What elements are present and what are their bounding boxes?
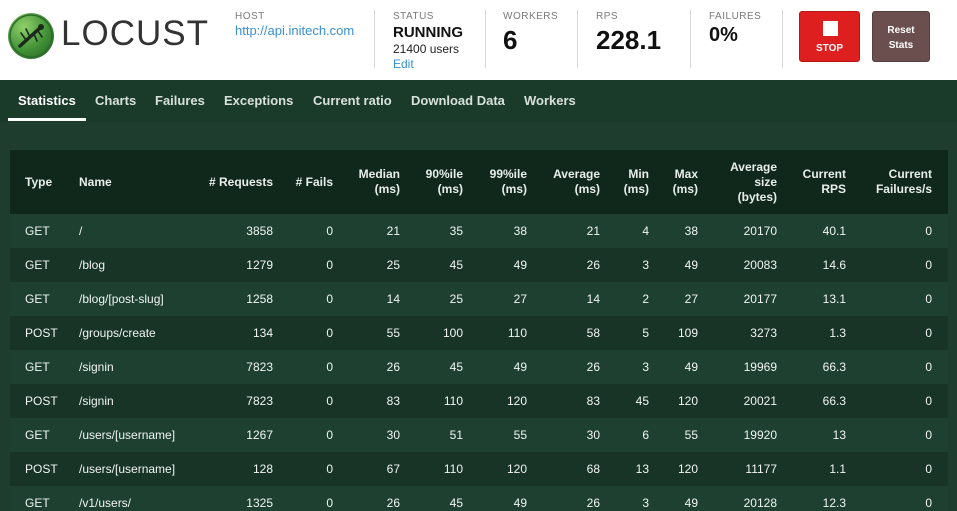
cell-type: GET (25, 496, 50, 510)
cell-current-rps: 1.1 (829, 462, 846, 476)
failures-label: FAILURES (709, 11, 762, 22)
host-label: HOST (235, 11, 265, 22)
reset-stats-label-line2: Stats (888, 40, 914, 51)
column-header-line: Failures/s (875, 182, 932, 196)
table-row: GET/users/[username] 1267 0 30 51 55 30 6 55 1992… (10, 418, 948, 452)
cell-current-rps: 13.1 (822, 292, 846, 306)
cell-current-failures: 0 (925, 258, 932, 272)
header-divider (690, 10, 691, 68)
reset-stats-label-line1: Reset (887, 25, 915, 36)
tab-statistics[interactable]: Statistics (18, 93, 76, 109)
tab-current-ratio[interactable]: Current ratio (313, 93, 392, 109)
app-logo-text: LOCUST (61, 14, 209, 53)
tab-failures[interactable]: Failures (155, 93, 205, 109)
cell-current-rps: 1.3 (829, 326, 846, 340)
cell-name: / (79, 224, 83, 238)
cell-name: /signin (79, 394, 114, 408)
cell-name: /users/[username] (79, 428, 176, 442)
cell-type: GET (25, 224, 50, 238)
statistics-table: Type Name # Requests # Fails Median (ms) 90%il… (10, 150, 948, 511)
cell-current-rps: 12.3 (822, 496, 846, 510)
rps-stat: RPS 228.1 (596, 11, 661, 55)
table-row: POST/groups/create 134 0 55 100 110 58 5 109 3273… (10, 316, 948, 350)
stop-icon (823, 21, 838, 36)
cell-current-failures: 0 (925, 462, 932, 476)
tab-bar: Statistics Charts Failures Exceptions Cu… (0, 80, 957, 122)
status-stat: STATUS RUNNING 21400 users Edit (393, 11, 463, 72)
cell-current-failures: 0 (925, 496, 932, 510)
cell-type: POST (25, 394, 58, 408)
header-divider (577, 10, 578, 68)
reset-stats-label: Reset Stats (873, 23, 929, 53)
table-row: POST/users/[username] 128 0 67 110 120 68 13 120… (10, 452, 948, 486)
host-url-link[interactable]: http://api.initech.com (235, 23, 354, 39)
header-divider (782, 10, 783, 68)
tab-workers[interactable]: Workers (524, 93, 576, 109)
cell-type: GET (25, 258, 50, 272)
active-tab-indicator (8, 118, 86, 121)
cell-current-failures: 0 (925, 428, 932, 442)
cell-name: /signin (79, 360, 114, 374)
rps-label: RPS (596, 11, 619, 22)
cell-name: /v1/users/ (79, 496, 132, 510)
column-header-line: Name (79, 175, 112, 189)
tab-download-data[interactable]: Download Data (411, 93, 505, 109)
table-row: GET/signin 7823 0 26 45 49 26 3 49 19969 66.3 0 (10, 350, 948, 384)
cell-name: /users/[username] (79, 462, 176, 476)
rps-value: 228.1 (596, 25, 662, 55)
workers-value: 6 (503, 25, 518, 55)
workers-label: WORKERS (503, 11, 559, 22)
host-stat: HOST http://api.initech.com (235, 11, 354, 39)
tab-charts[interactable]: Charts (95, 93, 136, 109)
cell-current-rps: 14.6 (822, 258, 846, 272)
top-header: LOCUST HOST http://api.initech.com STATU… (0, 0, 957, 80)
cell-name: /groups/create (79, 326, 156, 340)
stop-button-label: STOP (815, 43, 844, 54)
cell-current-failures: 0 (925, 360, 932, 374)
reset-stats-button[interactable]: Reset Stats (872, 11, 930, 62)
status-label: STATUS (393, 11, 434, 22)
table-row: GET/blog/[post-slug] 1258 0 14 25 27 14 2 27 2017… (10, 282, 948, 316)
column-header-current-failures[interactable]: Current Failures/s (822, 167, 932, 197)
cell-type: GET (25, 292, 50, 306)
workers-stat: WORKERS 6 (503, 11, 558, 55)
column-header-line: Type (25, 175, 53, 189)
tab-exceptions[interactable]: Exceptions (224, 93, 293, 109)
status-value: RUNNING (393, 24, 463, 41)
table-row: GET/blog 1279 0 25 45 49 26 3 49 20083 14.6 0 (10, 248, 948, 282)
header-divider (374, 10, 375, 68)
cell-current-rps: 40.1 (822, 224, 846, 238)
cell-current-rps: 66.3 (822, 394, 846, 408)
cell-current-failures: 0 (925, 224, 932, 238)
cell-type: POST (25, 326, 58, 340)
cell-type: POST (25, 462, 58, 476)
stop-button[interactable]: STOP (799, 11, 860, 62)
cell-current-failures: 0 (925, 394, 932, 408)
column-header-line: Current (888, 167, 932, 181)
failures-value: 0% (709, 24, 738, 46)
column-header-type[interactable]: Type (25, 175, 52, 190)
locust-logo-icon (8, 13, 54, 59)
edit-users-link[interactable]: Edit (393, 56, 463, 72)
status-users: 21400 users (393, 42, 460, 56)
cell-name: /blog/[post-slug] (79, 292, 164, 306)
cell-name: /blog (79, 258, 106, 272)
table-row: GET/v1/users/1325 0 26 45 49 26 3 49 20128 12.3 0 (10, 486, 948, 511)
column-header-name[interactable]: Name (79, 175, 112, 190)
table-header: Type Name # Requests # Fails Median (ms) 90%il… (10, 150, 948, 214)
cell-current-rps: 66.3 (822, 360, 846, 374)
table-row: POST/signin 7823 0 83 110 120 83 45 120 20021 66.3… (10, 384, 948, 418)
cell-current-failures: 0 (925, 292, 932, 306)
table-row: GET/3858 0 21 35 38 21 4 38 20170 40.1 0 (10, 214, 948, 248)
cell-current-failures: 0 (925, 326, 932, 340)
failures-stat: FAILURES 0% (709, 11, 761, 46)
cell-type: GET (25, 428, 50, 442)
header-divider (485, 10, 486, 68)
cell-current-rps: 13 (832, 428, 846, 442)
cell-type: GET (25, 360, 50, 374)
